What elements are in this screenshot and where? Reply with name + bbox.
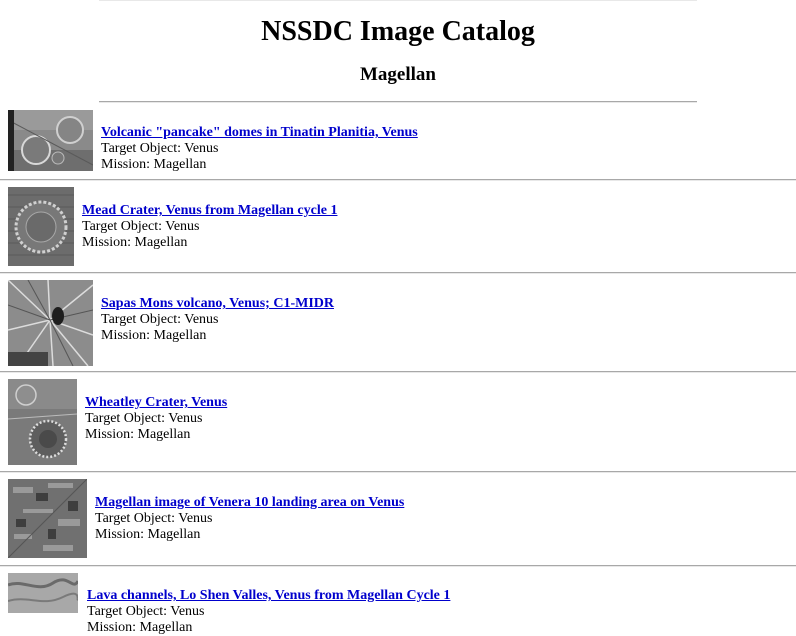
venera-10-landing-area-thumbnail[interactable]: [8, 479, 87, 558]
mead-crater-thumbnail[interactable]: [8, 187, 74, 266]
page-subtitle: Magellan: [360, 64, 436, 85]
catalog-entry: Lava channels, Lo Shen Valles, Venus fro…: [0, 573, 796, 635]
entry-link[interactable]: Sapas Mons volcano, Venus; C1-MIDR: [101, 296, 334, 311]
entry-divider: [0, 371, 796, 373]
entry-link[interactable]: Magellan image of Venera 10 landing area…: [95, 495, 404, 510]
entry-mission: Mission: Magellan: [87, 620, 193, 635]
entry-mission: Mission: Magellan: [101, 157, 207, 172]
wheatley-crater-thumbnail[interactable]: [8, 379, 77, 465]
catalog-entry: Magellan image of Venera 10 landing area…: [0, 479, 796, 565]
entry-target: Target Object: Venus: [82, 219, 200, 234]
entry-link[interactable]: Mead Crater, Venus from Magellan cycle 1: [82, 203, 337, 218]
entry-link[interactable]: Lava channels, Lo Shen Valles, Venus fro…: [87, 588, 450, 603]
top-divider: [99, 0, 697, 1]
entry-target: Target Object: Venus: [87, 604, 205, 619]
catalog-entry: Volcanic "pancake" domes in Tinatin Plan…: [0, 110, 796, 180]
entry-divider: [0, 565, 796, 567]
sapas-mons-thumbnail[interactable]: [8, 280, 93, 366]
entry-mission: Mission: Magellan: [85, 427, 191, 442]
page-title: NSSDC Image Catalog: [261, 16, 535, 47]
catalog-entry: Wheatley Crater, Venus Target Object: Ve…: [0, 379, 796, 471]
entry-link[interactable]: Volcanic "pancake" domes in Tinatin Plan…: [101, 125, 418, 140]
catalog-entry: Sapas Mons volcano, Venus; C1-MIDR Targe…: [0, 280, 796, 372]
entry-link[interactable]: Wheatley Crater, Venus: [85, 395, 227, 410]
entry-divider: [0, 272, 796, 274]
catalog-entry: Mead Crater, Venus from Magellan cycle 1…: [0, 187, 796, 273]
header-divider: [99, 101, 697, 103]
entry-divider: [0, 179, 796, 181]
entry-divider: [0, 471, 796, 473]
lo-shen-valles-thumbnail[interactable]: [8, 573, 78, 613]
entry-target: Target Object: Venus: [101, 141, 219, 156]
venus-pancake-domes-thumbnail[interactable]: [8, 110, 93, 171]
entry-target: Target Object: Venus: [101, 312, 219, 327]
entry-mission: Mission: Magellan: [82, 235, 188, 250]
entry-target: Target Object: Venus: [85, 411, 203, 426]
entry-target: Target Object: Venus: [95, 511, 213, 526]
entry-mission: Mission: Magellan: [95, 527, 201, 542]
entry-mission: Mission: Magellan: [101, 328, 207, 343]
